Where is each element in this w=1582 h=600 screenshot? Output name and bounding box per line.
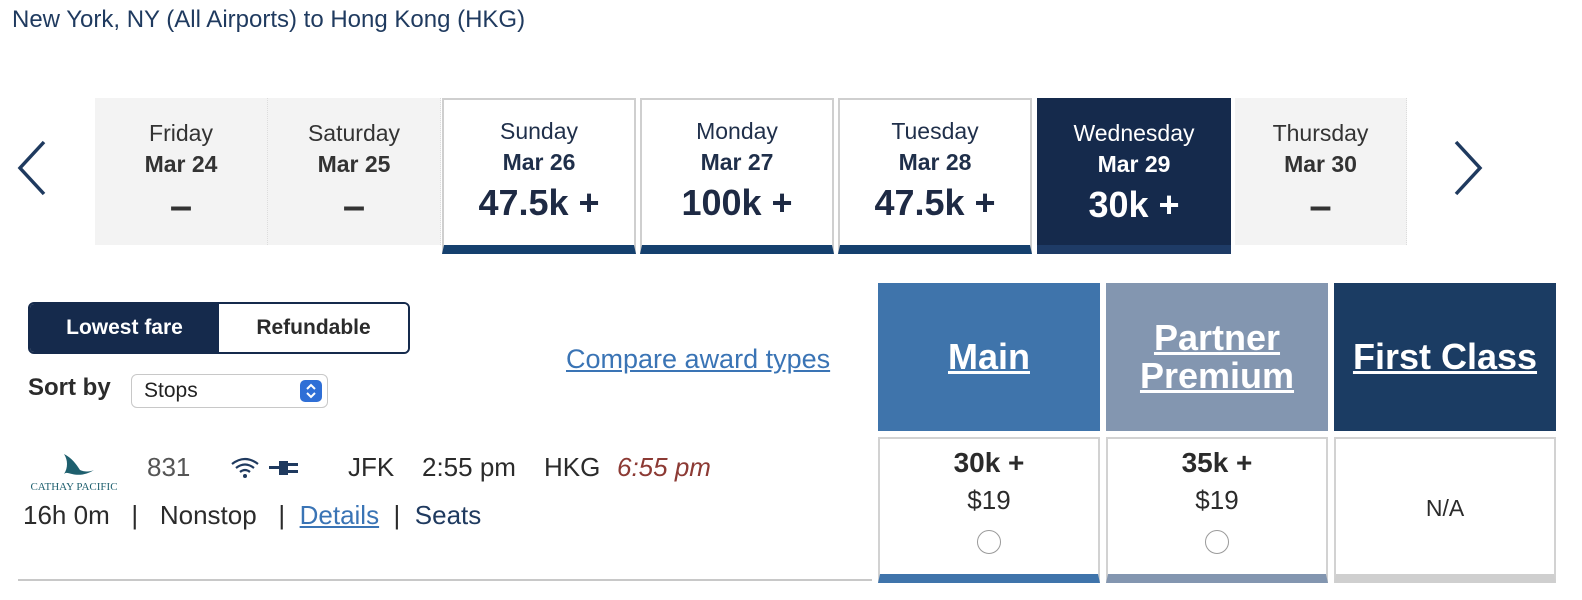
date-tab-mar-29[interactable]: Wednesday Mar 29 30k + <box>1037 98 1231 254</box>
flight-number: 831 <box>147 452 191 482</box>
flight-duration: 16h 0m <box>23 500 110 530</box>
prev-dates-button[interactable] <box>14 138 54 198</box>
separator: | <box>386 500 408 530</box>
fare-radio[interactable] <box>1205 530 1229 554</box>
lowest-fare-button[interactable]: Lowest fare <box>30 304 219 352</box>
arrival-airport: HKG <box>544 452 601 482</box>
date-tab-mar-28[interactable]: Tuesday Mar 28 47.5k + <box>838 98 1032 254</box>
fare-points: 35k + <box>1181 447 1253 478</box>
departure-airport: JFK <box>348 452 395 482</box>
separator: | <box>263 500 293 530</box>
select-arrows-icon <box>300 380 322 402</box>
date-tab-price: – <box>1309 184 1332 228</box>
flight-stops: Nonstop <box>159 500 257 530</box>
route-title: New York, NY (All Airports) to Hong Kong… <box>12 6 526 33</box>
date-tab-price: 30k + <box>1088 184 1180 225</box>
date-tab-day: Tuesday <box>891 118 979 144</box>
cabin-header-partner-premium[interactable]: Partner Premium <box>1106 283 1328 431</box>
date-tab-price: – <box>169 184 193 228</box>
row-divider <box>18 579 872 581</box>
airline-logo: CATHAY PACIFIC <box>22 450 126 494</box>
date-tab-day: Sunday <box>499 118 578 144</box>
seats-link[interactable]: Seats <box>415 500 482 530</box>
cabin-header-label: Partner Premium <box>1139 317 1295 396</box>
chevron-right-icon <box>1454 140 1483 196</box>
compare-award-types-link[interactable]: Compare award types <box>566 344 830 375</box>
power-outlet-icon <box>268 456 302 480</box>
fare-not-available: N/A <box>1425 495 1465 521</box>
date-tab-day: Thursday <box>1272 120 1369 146</box>
refundable-button[interactable]: Refundable <box>219 304 408 352</box>
date-tab-date: Mar 30 <box>1284 151 1357 177</box>
fare-cell-first-class: N/A <box>1334 437 1556 583</box>
date-tab-date: Mar 26 <box>502 149 576 175</box>
fare-type-toggle: Lowest fare Refundable <box>28 302 410 354</box>
date-tab-price: 100k + <box>681 182 793 223</box>
fare-cell-partner-premium[interactable]: 35k + $19 <box>1106 437 1328 583</box>
date-tab-price: 47.5k + <box>478 182 600 223</box>
date-tab-day: Monday <box>696 118 778 144</box>
fare-cash: $19 <box>967 485 1011 515</box>
date-tab-date: Mar 25 <box>317 151 391 177</box>
next-dates-button[interactable] <box>1448 138 1488 198</box>
fare-radio[interactable] <box>977 530 1001 554</box>
date-strip: Friday Mar 24 – Saturday Mar 25 – Sunday… <box>95 98 1408 256</box>
date-tab-mar-25[interactable]: Saturday Mar 25 – <box>268 98 441 245</box>
sort-select[interactable]: Stops <box>131 374 328 408</box>
date-tab-day: Saturday <box>307 120 401 146</box>
flight-summary: 16h 0m | Nonstop | Details | Seats <box>23 500 481 531</box>
fare-cash: $19 <box>1195 485 1239 515</box>
date-tab-date: Mar 24 <box>144 151 218 177</box>
date-tab-price: 47.5k + <box>874 182 996 223</box>
date-tab-mar-24[interactable]: Friday Mar 24 – <box>95 98 268 245</box>
chevron-left-icon <box>17 140 46 196</box>
departure-time: 2:55 pm <box>422 452 516 482</box>
arrival-time: 6:55 pm <box>617 452 711 482</box>
date-tab-price: – <box>342 184 366 228</box>
date-tab-date: Mar 29 <box>1097 151 1171 177</box>
wifi-icon <box>230 456 260 480</box>
sort-label: Sort by <box>28 374 111 401</box>
date-tab-mar-27[interactable]: Monday Mar 27 100k + <box>640 98 834 254</box>
date-tab-day: Friday <box>149 120 213 146</box>
date-tab-date: Mar 28 <box>898 149 972 175</box>
cabin-header-label: First Class <box>1352 336 1538 377</box>
cabin-header-label: Main <box>947 336 1030 377</box>
date-tab-mar-30[interactable]: Thursday Mar 30 – <box>1235 98 1407 245</box>
details-link[interactable]: Details <box>300 500 379 530</box>
cabin-header-main[interactable]: Main <box>878 283 1100 431</box>
date-tab-day: Wednesday <box>1073 120 1195 146</box>
fare-cell-main[interactable]: 30k + $19 <box>878 437 1100 583</box>
svg-text:CATHAY PACIFIC: CATHAY PACIFIC <box>30 481 117 493</box>
separator: | <box>116 500 153 530</box>
cabin-header-first-class[interactable]: First Class <box>1334 283 1556 431</box>
fare-points: 30k + <box>953 447 1025 478</box>
date-tab-date: Mar 27 <box>700 149 774 175</box>
sort-select-value: Stops <box>144 379 198 402</box>
date-tab-mar-26[interactable]: Sunday Mar 26 47.5k + <box>442 98 636 254</box>
